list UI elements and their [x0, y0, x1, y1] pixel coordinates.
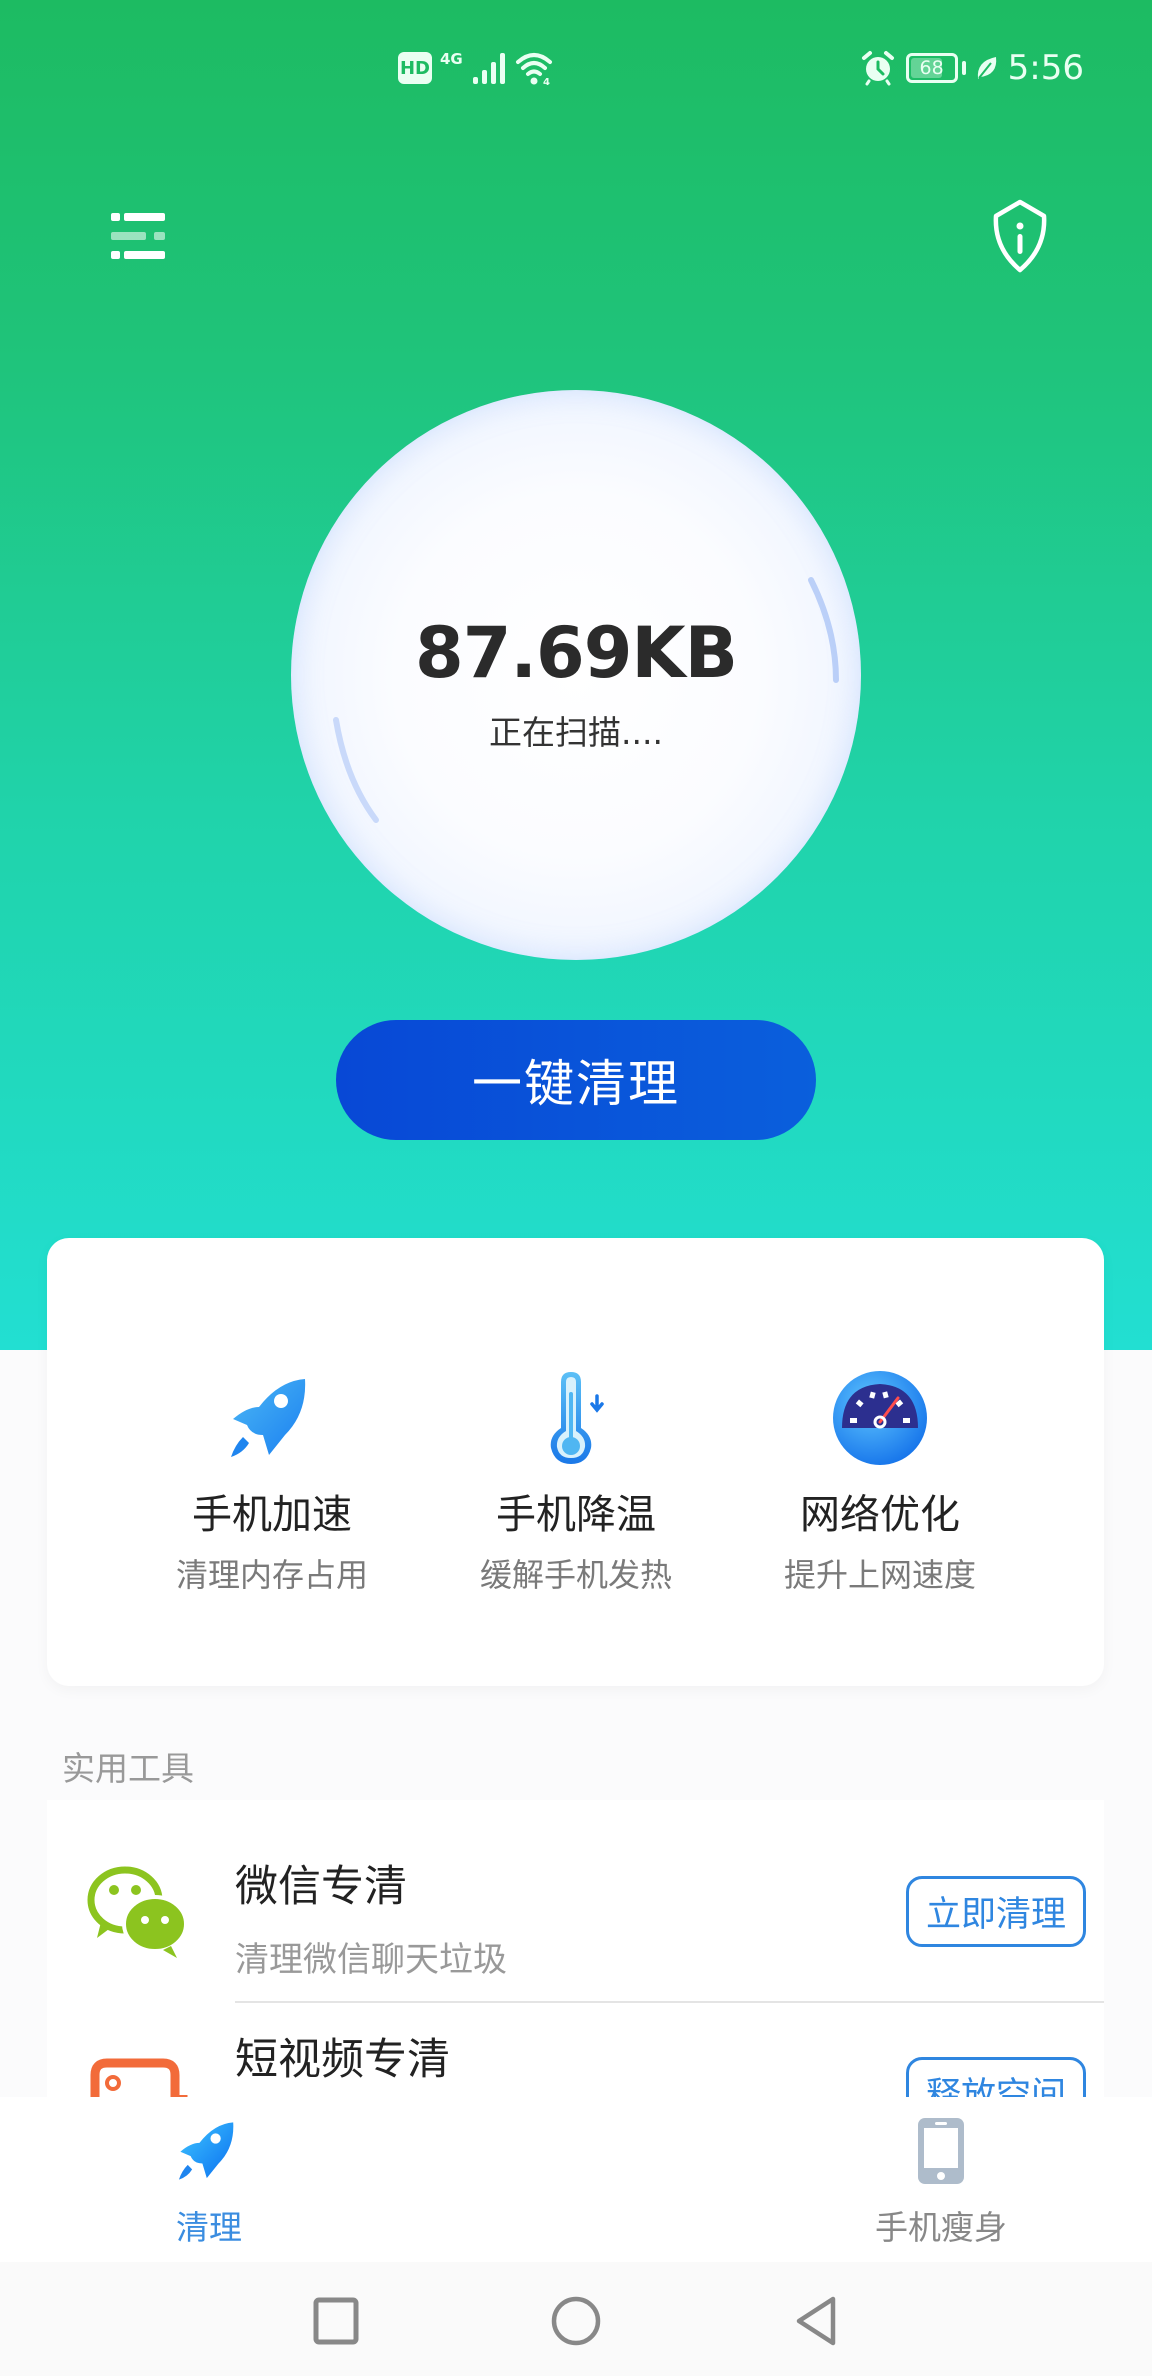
tool-row-wechat[interactable]: 微信专清 清理微信聊天垃圾 立即清理 [47, 1800, 1104, 2003]
home-button[interactable] [541, 2286, 611, 2356]
feature-subtitle: 缓解手机发热 [479, 1556, 672, 1594]
tool-subtitle: 清理微信聊天垃圾 [235, 1940, 507, 1980]
status-bar: HD 4G 4 68 5:56 [0, 0, 1152, 130]
shield-info-icon [993, 199, 1047, 273]
tab-clean[interactable]: 清理 [109, 2097, 309, 2262]
hd-icon: HD [398, 52, 432, 84]
network-type-label: 4G [440, 50, 463, 68]
recents-button[interactable] [301, 2286, 371, 2356]
tools-list: 微信专清 清理微信聊天垃圾 立即清理 短视频专清 释放空间 [47, 1800, 1104, 2097]
svg-text:4: 4 [543, 77, 550, 86]
tool-title: 短视频专清 [235, 2035, 450, 2085]
back-triangle-icon [796, 2296, 836, 2346]
speedometer-icon [825, 1368, 935, 1468]
clean-now-button[interactable]: 立即清理 [906, 1876, 1086, 1947]
tab-label: 清理 [176, 2208, 242, 2247]
battery-icon: 68 [905, 53, 958, 83]
feature-title: 手机降温 [496, 1492, 656, 1538]
tools-section-title: 实用工具 [62, 1749, 194, 1788]
tab-label: 手机瘦身 [875, 2208, 1007, 2247]
rocket-icon [169, 2111, 249, 2191]
signal-icon [472, 53, 505, 84]
feature-phone-boost[interactable]: 手机加速 清理内存占用 [102, 1368, 442, 1596]
feature-title: 网络优化 [800, 1492, 960, 1538]
release-space-button[interactable]: 释放空间 [906, 2057, 1086, 2097]
feature-subtitle: 清理内存占用 [175, 1556, 368, 1594]
system-navigation-bar [0, 2262, 1152, 2376]
phone-icon [901, 2111, 981, 2191]
wifi-icon: 4 [515, 53, 552, 86]
tool-row-short-video[interactable]: 短视频专清 释放空间 [47, 2005, 1104, 2097]
feature-subtitle: 提升上网速度 [783, 1556, 976, 1594]
feature-title: 手机加速 [192, 1492, 352, 1538]
scan-bubble: 87.69KB 正在扫描.... [291, 390, 861, 960]
battery-nub [961, 61, 966, 75]
thermometer-icon [521, 1368, 631, 1468]
menu-icon [111, 213, 165, 259]
short-video-icon [85, 2055, 195, 2097]
tab-phone-slim[interactable]: 手机瘦身 [841, 2097, 1041, 2262]
back-button[interactable] [781, 2286, 851, 2356]
feature-card: 手机加速 清理内存占用 手机降温 缓解手机发热 网络优化 提升上网速度 [47, 1238, 1104, 1686]
bottom-tab-bar: 清理 手机瘦身 [0, 2097, 1152, 2262]
status-bar-left: HD 4G 4 [398, 48, 557, 88]
battery-level: 68 [919, 57, 944, 79]
square-icon [313, 2297, 359, 2345]
scan-status: 正在扫描.... [489, 713, 663, 752]
wechat-icon [85, 1860, 195, 1960]
divider [235, 2001, 1104, 2003]
shield-info-button[interactable] [978, 192, 1062, 280]
scanned-size: 87.69KB [414, 612, 738, 694]
feature-network-optimize[interactable]: 网络优化 提升上网速度 [710, 1368, 1050, 1596]
tool-title: 微信专清 [235, 1862, 407, 1912]
feature-phone-cooling[interactable]: 手机降温 缓解手机发热 [406, 1368, 746, 1596]
circle-icon [551, 2296, 601, 2346]
eco-leaf-icon [977, 57, 996, 79]
rocket-icon [217, 1368, 327, 1468]
menu-button[interactable] [100, 200, 176, 272]
clock: 5:56 [1007, 48, 1084, 88]
status-bar-right: 68 5:56 [860, 46, 1084, 90]
one-click-clean-button[interactable]: 一键清理 [336, 1020, 816, 1140]
alarm-icon [861, 51, 894, 86]
